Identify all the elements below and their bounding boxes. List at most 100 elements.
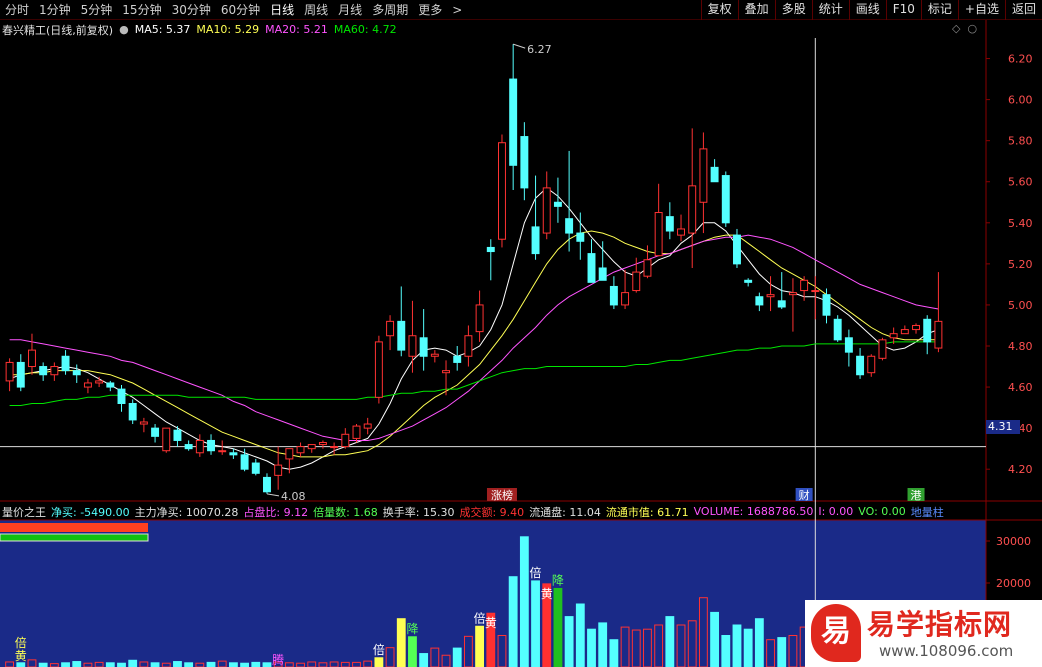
volume-bar	[754, 618, 764, 667]
candle-body	[296, 446, 305, 454]
candle-body	[151, 427, 160, 437]
volume-badge: 倍	[530, 565, 542, 580]
price-tick-label: 4.20	[1008, 463, 1033, 476]
candle-body	[912, 324, 920, 331]
candle-body	[665, 216, 674, 232]
event-marker: 港	[911, 489, 922, 502]
low-marker-line	[266, 493, 280, 497]
volume-bar	[16, 662, 26, 667]
candle-body	[889, 333, 898, 339]
candle-body	[486, 246, 495, 253]
price-tick-label: 6.00	[1008, 94, 1033, 107]
candle-body	[251, 462, 260, 474]
candle-body	[464, 335, 473, 357]
volume-badge: 倍	[15, 635, 27, 650]
candle-body	[173, 429, 182, 441]
candle-body	[363, 423, 372, 429]
candle-body	[531, 226, 540, 255]
candle-body	[755, 296, 764, 306]
candle-body	[710, 166, 719, 183]
candle-body	[744, 279, 753, 283]
volume-bar	[419, 653, 429, 667]
candle-body	[318, 442, 327, 446]
candle-body	[587, 253, 596, 283]
candle-body	[878, 339, 887, 359]
ma-line-ma10	[9, 230, 939, 458]
volume-bar	[743, 628, 753, 667]
candle-body	[822, 294, 831, 316]
candle-body	[218, 450, 227, 453]
candle-body	[442, 370, 450, 374]
volume-bar	[531, 580, 540, 667]
volume-bar	[777, 637, 787, 667]
volume-bar	[665, 616, 675, 667]
price-tick-label: 5.00	[1008, 299, 1033, 312]
candle-body	[184, 444, 193, 450]
event-marker: 财	[799, 488, 810, 502]
candle-body	[83, 382, 92, 388]
volume-badge: 倍	[373, 642, 385, 657]
volume-badge: 黄	[485, 616, 497, 630]
candle-body	[598, 267, 607, 281]
candle-body	[408, 335, 417, 357]
candle-body	[856, 355, 865, 376]
volume-bar	[184, 662, 194, 667]
price-tick-label: 4.80	[1008, 340, 1033, 353]
candle-body	[643, 259, 652, 277]
candle-body	[240, 454, 249, 470]
candle-body	[95, 380, 104, 384]
candle-body	[688, 185, 697, 234]
volume-badge: 黄	[15, 649, 27, 663]
float-shares: 流通盘: 11.04	[529, 505, 601, 519]
volume-bar	[251, 661, 261, 667]
candle-body	[923, 318, 932, 343]
volume-bar	[228, 662, 238, 667]
volume-bar	[519, 536, 529, 667]
volume-bar	[150, 662, 160, 667]
candle-body	[162, 427, 171, 452]
watermark-title: 易学指标网	[867, 608, 1013, 641]
candle-body	[285, 448, 294, 460]
candle-body	[72, 370, 81, 376]
candle-body	[341, 433, 350, 448]
price-tick-label: 4.60	[1008, 381, 1033, 394]
volume-bar	[475, 625, 485, 667]
candle-body	[766, 294, 775, 298]
volume-bar	[408, 636, 417, 667]
candle-body	[61, 355, 70, 372]
candle-body	[576, 232, 585, 242]
kline-chart[interactable]: 6.206.005.805.605.405.205.004.804.604.40…	[0, 0, 1042, 667]
volume-bar	[374, 657, 384, 667]
price-tick-label: 5.60	[1008, 176, 1033, 189]
vol-tick-label: 20000	[996, 577, 1031, 590]
legend-red-bar	[0, 523, 148, 532]
logo: 易	[811, 604, 861, 662]
volume-bar	[396, 618, 406, 667]
price-tick-label: 6.20	[1008, 53, 1033, 66]
candle-body	[800, 279, 809, 292]
candle-body	[128, 402, 137, 421]
high-annotation: 6.27	[527, 43, 552, 56]
volume-bar	[128, 659, 138, 667]
indicator-name[interactable]: 量价之王	[2, 504, 46, 520]
vol-tick-label: 30000	[996, 535, 1031, 548]
main-net-buy: 主力净买: 10070.28	[134, 505, 239, 519]
candle-body	[621, 292, 630, 306]
candle-body	[453, 355, 462, 363]
candle-body	[833, 318, 842, 341]
volume-bar	[598, 622, 608, 667]
event-marker: 涨榜	[491, 488, 513, 502]
ma-line-ma60	[9, 341, 939, 406]
candle-body	[274, 464, 283, 476]
candle-body	[430, 353, 439, 357]
candle-body	[844, 337, 853, 353]
volume-bar	[575, 603, 585, 667]
volume-bar	[553, 587, 563, 667]
candle-body	[106, 382, 115, 388]
volume-bar	[732, 624, 742, 667]
candle-body	[565, 218, 574, 234]
candle-body	[419, 337, 428, 357]
candle-body	[330, 446, 339, 449]
current-price-label: 4.31	[986, 420, 1020, 434]
candle-body	[263, 476, 271, 493]
